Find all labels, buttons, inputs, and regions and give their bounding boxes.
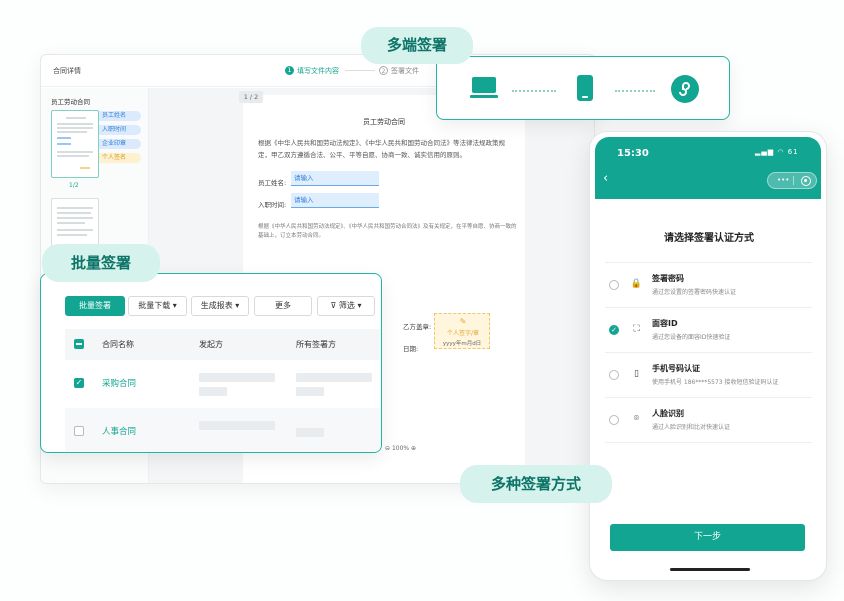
more-icon[interactable]: ••• xyxy=(777,173,789,188)
table-row[interactable]: ✓ 采购合同 xyxy=(65,360,381,408)
zoom-control[interactable]: ⊖ 100% ⊕ xyxy=(385,445,416,452)
field-chip-name[interactable]: 员工姓名 xyxy=(99,111,141,121)
placeholder-bar xyxy=(199,373,275,382)
page-thumbnail-1[interactable] xyxy=(51,110,99,178)
auth-method-title: 请选择签署认证方式 xyxy=(664,233,754,244)
step-2-label[interactable]: 签署文件 xyxy=(391,66,419,76)
option-desc: 通过您设置的签署密码快速认证 xyxy=(652,289,737,296)
contract-name[interactable]: 采购合同 xyxy=(102,377,136,389)
generate-report-button[interactable]: 生成报表 ▾ xyxy=(191,296,249,316)
connector xyxy=(615,90,655,92)
next-button[interactable]: 下一步 xyxy=(610,524,805,551)
connector xyxy=(512,90,556,92)
option-title: 签署密码 xyxy=(652,274,684,283)
phone-header: 15:30 ▂▄▆ ◠ 61 ‹ ••• xyxy=(595,137,821,199)
step-1-number: 1 xyxy=(285,66,294,75)
placeholder-bar xyxy=(199,387,227,396)
option-desc: 通过您设备的面容ID快速验证 xyxy=(652,334,731,341)
status-time: 15:30 xyxy=(617,148,649,159)
multi-device-panel xyxy=(436,56,730,120)
phone-sms-icon: ▯ xyxy=(634,369,639,379)
step-1-label[interactable]: 填写文件内容 xyxy=(297,66,339,76)
miniprogram-capsule[interactable]: ••• xyxy=(767,172,817,189)
multi-device-label: 多端签署 xyxy=(361,27,473,64)
field-chip-date[interactable]: 入职时间 xyxy=(99,125,141,135)
date-field-label: 入职时间: xyxy=(258,201,287,209)
contract-paragraph-1: 根据《中华人民共和国劳动法规定》、《中华人民共和国劳动合同法》等法律法规政策规定… xyxy=(258,139,505,159)
column-header-initiator: 发起方 xyxy=(199,340,223,349)
option-desc: 通过人脸识别和比对快速认证 xyxy=(652,424,731,431)
contract-name[interactable]: 人事合同 xyxy=(102,425,136,437)
placeholder-bar xyxy=(199,421,275,430)
laptop-icon xyxy=(470,77,498,98)
field-chip-seal[interactable]: 企业印章 xyxy=(99,139,141,149)
row-checkbox[interactable] xyxy=(74,426,84,436)
home-indicator xyxy=(670,568,750,571)
page-indicator: 1/2 xyxy=(69,182,79,189)
sign-date-field[interactable]: yyyy年m月d日 xyxy=(434,339,490,347)
placeholder-bar xyxy=(296,428,324,437)
more-button[interactable]: 更多 xyxy=(254,296,312,316)
mini-program-icon xyxy=(671,75,699,103)
status-icons: ▂▄▆ ◠ 61 xyxy=(755,148,799,156)
close-target-icon[interactable] xyxy=(801,176,811,186)
seal-label: 乙方盖章: xyxy=(403,323,432,331)
face-scan-icon: ⌾ xyxy=(633,414,640,424)
batch-sign-panel: 批量签署 批量下载 ▾ 生成报表 ▾ 更多 ⊽ 筛选 ▾ 合同名称 发起方 所有… xyxy=(40,273,382,453)
zoom-out-icon[interactable]: ⊖ xyxy=(385,445,392,452)
table-header: 合同名称 发起方 所有签署方 xyxy=(65,329,381,360)
radio-button[interactable] xyxy=(609,415,619,425)
face-id-icon: ⛶ xyxy=(633,324,640,334)
lock-icon: 🔒 xyxy=(630,279,643,289)
page-badge: 1 / 2 xyxy=(239,91,263,103)
batch-download-button[interactable]: 批量下载 ▾ xyxy=(128,296,187,316)
radio-button[interactable] xyxy=(609,280,619,290)
option-title: 人脸识别 xyxy=(652,409,684,418)
radio-button-selected[interactable]: ✓ xyxy=(609,325,619,335)
field-chip-signature[interactable]: 个人签名 xyxy=(99,153,141,163)
pen-icon: ✎ xyxy=(459,317,467,326)
option-desc: 使用手机号 186****5573 接收短信验证码认证 xyxy=(652,379,779,386)
signature-field-label: 个人签字/章 xyxy=(446,330,480,337)
column-header-signers: 所有签署方 xyxy=(296,340,336,349)
filter-icon: ⊽ xyxy=(330,301,339,310)
step-connector xyxy=(345,70,375,71)
batch-sign-button[interactable]: 批量签署 xyxy=(65,296,125,316)
name-input[interactable]: 请输入 xyxy=(291,171,379,186)
option-title: 手机号码认证 xyxy=(652,364,700,373)
auth-option-sms[interactable]: ▯ 手机号码认证 使用手机号 186****5573 接收短信验证码认证 xyxy=(605,353,812,398)
auth-option-password[interactable]: 🔒 签署密码 通过您设置的签署密码快速认证 xyxy=(605,263,812,308)
name-field-label: 员工姓名: xyxy=(258,179,287,187)
sign-date-label: 日期: xyxy=(403,345,419,353)
placeholder-bar xyxy=(296,373,372,382)
filter-label: 筛选 ▾ xyxy=(338,301,362,310)
page-title: 合同详情 xyxy=(53,67,81,75)
contract-paragraph-2: 根据《中华人民共和国劳动法规定》、《中华人民共和国劳动合同法》及有关规定，在平等… xyxy=(258,224,517,239)
step-2-number: 2 xyxy=(379,66,388,75)
option-title: 面容ID xyxy=(652,319,678,328)
back-icon[interactable]: ‹ xyxy=(603,171,608,186)
auth-option-face-scan[interactable]: ⌾ 人脸识别 通过人脸识别和比对快速认证 xyxy=(605,398,812,443)
table-row[interactable]: 人事合同 xyxy=(65,408,381,452)
multiple-methods-label: 多种签署方式 xyxy=(460,465,612,503)
date-input[interactable]: 请输入 xyxy=(291,193,379,208)
radio-button[interactable] xyxy=(609,370,619,380)
select-all-checkbox[interactable] xyxy=(74,339,84,349)
row-checkbox[interactable]: ✓ xyxy=(74,378,84,388)
capsule-divider xyxy=(793,176,794,185)
column-header-name: 合同名称 xyxy=(102,340,134,349)
filter-button[interactable]: ⊽ 筛选 ▾ xyxy=(317,296,375,316)
phone-mockup: 15:30 ▂▄▆ ◠ 61 ‹ ••• 请选择签署认证方式 🔒 签署密码 通过… xyxy=(589,131,827,581)
phone-icon xyxy=(577,75,593,101)
batch-sign-label: 批量签署 xyxy=(42,244,160,282)
auth-option-face-id[interactable]: ✓ ⛶ 面容ID 通过您设备的面容ID快速验证 xyxy=(605,308,812,353)
placeholder-bar xyxy=(296,387,324,396)
document-name: 员工劳动合同 xyxy=(51,98,90,106)
zoom-in-icon[interactable]: ⊕ xyxy=(409,445,416,452)
zoom-level: 100% xyxy=(391,445,410,452)
